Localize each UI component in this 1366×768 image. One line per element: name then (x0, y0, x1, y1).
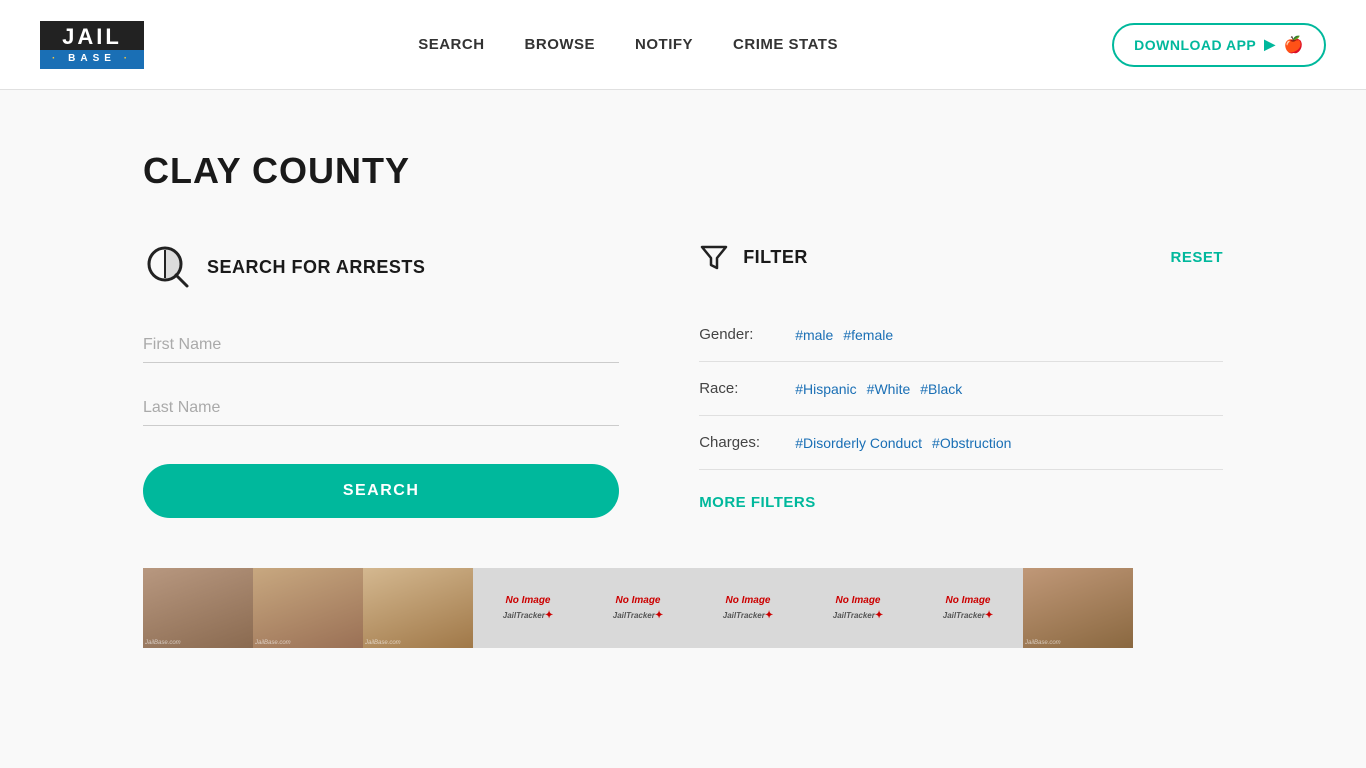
header: JAIL · BASE · SEARCH BROWSE NOTIFY CRIME… (0, 0, 1366, 90)
mugshot-card[interactable]: JailBase.com (363, 568, 473, 648)
charges-filter-row: Charges: #Disorderly Conduct #Obstructio… (699, 416, 1223, 470)
mugshot-card-placeholder[interactable]: No Image JailTracker ✦ (913, 568, 1023, 648)
main-content: CLAY COUNTY SEARCH FOR ARRESTS (103, 90, 1263, 688)
gender-tags: #male #female (795, 327, 893, 343)
mugshots-strip: JailBase.com JailBase.com JailBase.com N… (143, 568, 1223, 648)
mugshot-card[interactable]: JailBase.com (1023, 568, 1133, 648)
nav-crime-stats[interactable]: CRIME STATS (733, 36, 838, 53)
logo-jail-text: JAIL (40, 21, 144, 50)
last-name-group (143, 391, 619, 426)
search-button[interactable]: SEARCH (143, 464, 619, 518)
jailtracker-label: JailTracker ✦ (723, 610, 774, 621)
mugshot-card[interactable]: JailBase.com (143, 568, 253, 648)
logo-dot-left: · (52, 53, 60, 64)
play-icon: ▶ (1264, 36, 1275, 53)
tag-white[interactable]: #White (867, 381, 911, 397)
gender-filter-row: Gender: #male #female (699, 308, 1223, 362)
search-section-title: SEARCH FOR ARRESTS (207, 257, 425, 278)
tag-disorderly-conduct[interactable]: #Disorderly Conduct (795, 435, 922, 451)
mugshot-card-placeholder[interactable]: No Image JailTracker ✦ (583, 568, 693, 648)
logo[interactable]: JAIL · BASE · (40, 21, 144, 69)
tag-female[interactable]: #female (843, 327, 893, 343)
charges-tags: #Disorderly Conduct #Obstruction (795, 435, 1011, 451)
mugshot-card-placeholder[interactable]: No Image JailTracker ✦ (693, 568, 803, 648)
mugshot-card[interactable]: JailBase.com (253, 568, 363, 648)
tag-hispanic[interactable]: #Hispanic (795, 381, 856, 397)
tag-male[interactable]: #male (795, 327, 833, 343)
nav-search[interactable]: SEARCH (418, 36, 484, 53)
tag-black[interactable]: #Black (920, 381, 962, 397)
filter-column: FILTER RESET Gender: #male #female Race:… (699, 242, 1223, 511)
tag-obstruction[interactable]: #Obstruction (932, 435, 1011, 451)
filter-funnel-icon (699, 242, 729, 272)
download-btn-label: DOWNLOAD APP (1134, 37, 1256, 53)
no-image-label: No Image (835, 595, 880, 606)
race-tags: #Hispanic #White #Black (795, 381, 962, 397)
page-title: CLAY COUNTY (143, 150, 1223, 192)
filter-section-title: FILTER (743, 247, 808, 268)
no-image-label: No Image (945, 595, 990, 606)
logo-base-word: BASE (68, 53, 116, 64)
filter-section-header: FILTER RESET (699, 242, 1223, 272)
first-name-group (143, 328, 619, 363)
more-filters-button[interactable]: MORE FILTERS (699, 494, 816, 511)
search-column: SEARCH FOR ARRESTS SEARCH (143, 242, 619, 518)
search-section-header: SEARCH FOR ARRESTS (143, 242, 619, 292)
mugshot-card-placeholder[interactable]: No Image JailTracker ✦ (473, 568, 583, 648)
logo-container[interactable]: JAIL · BASE · (40, 21, 144, 69)
race-filter-row: Race: #Hispanic #White #Black (699, 362, 1223, 416)
gender-label: Gender: (699, 326, 779, 343)
filter-header-left: FILTER (699, 242, 808, 272)
jailtracker-label: JailTracker ✦ (943, 610, 994, 621)
no-image-label: No Image (615, 595, 660, 606)
apple-icon: 🍎 (1284, 35, 1304, 55)
jailtracker-label: JailTracker ✦ (613, 610, 664, 621)
search-magnifier-icon (143, 242, 193, 292)
nav-notify[interactable]: NOTIFY (635, 36, 693, 53)
two-column-layout: SEARCH FOR ARRESTS SEARCH FILTER R (143, 242, 1223, 518)
jailtracker-label: JailTracker ✦ (503, 610, 554, 621)
mugshot-card-placeholder[interactable]: No Image JailTracker ✦ (803, 568, 913, 648)
first-name-input[interactable] (143, 328, 619, 363)
no-image-label: No Image (725, 595, 770, 606)
last-name-input[interactable] (143, 391, 619, 426)
logo-base-text: · BASE · (40, 50, 144, 69)
no-image-label: No Image (505, 595, 550, 606)
race-label: Race: (699, 380, 779, 397)
main-nav: SEARCH BROWSE NOTIFY CRIME STATS (418, 36, 838, 53)
jailtracker-label: JailTracker ✦ (833, 610, 884, 621)
logo-dot-right: · (124, 53, 132, 64)
nav-browse[interactable]: BROWSE (525, 36, 596, 53)
charges-label: Charges: (699, 434, 779, 451)
download-app-button[interactable]: DOWNLOAD APP ▶ 🍎 (1112, 23, 1326, 67)
reset-button[interactable]: RESET (1170, 249, 1223, 266)
